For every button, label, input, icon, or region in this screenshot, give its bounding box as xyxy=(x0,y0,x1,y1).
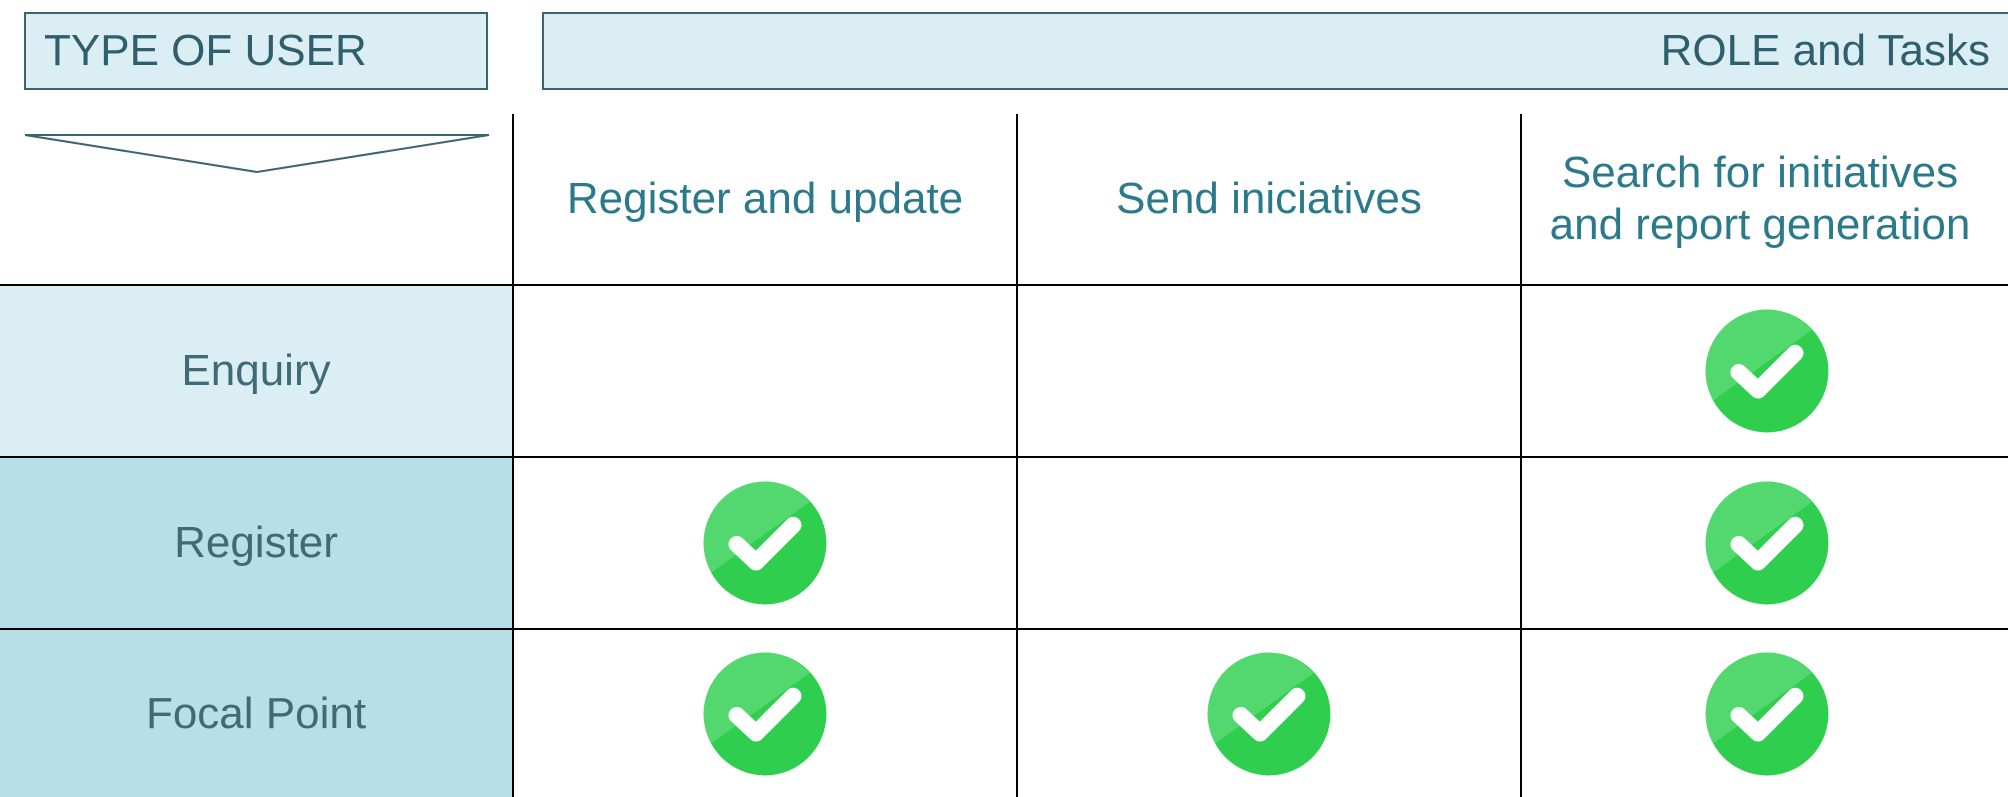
column-header-label: Search for initiatives and report genera… xyxy=(1549,148,1971,249)
row-label-text: Enquiry xyxy=(181,346,331,395)
green-checkmark-icon xyxy=(1705,652,1829,775)
green-checkmark-icon xyxy=(1705,309,1829,433)
check-cell xyxy=(514,630,1016,797)
row-label-register: Register xyxy=(0,458,512,628)
row-label-text: Register xyxy=(174,518,338,567)
row-label-text: Focal Point xyxy=(145,688,367,738)
check-cell xyxy=(1018,630,1520,797)
down-arrow-icon xyxy=(24,134,490,174)
type-of-user-label: TYPE OF USER xyxy=(44,26,367,75)
check-cell xyxy=(514,458,1016,628)
green-checkmark-icon xyxy=(1207,652,1331,775)
check-cell xyxy=(1522,286,2008,456)
green-checkmark-icon xyxy=(703,652,827,775)
check-cell xyxy=(1522,458,2008,628)
check-cell xyxy=(1522,630,2008,797)
column-header-register-update: Register and update xyxy=(514,114,1016,284)
column-header-send-iniciatives: Send iniciatives xyxy=(1018,114,1520,284)
column-header-search-report: Search for initiatives and report genera… xyxy=(1530,114,1990,284)
green-checkmark-icon xyxy=(703,481,827,605)
role-and-tasks-box: ROLE and Tasks xyxy=(542,12,2008,90)
column-header-label: Send iniciatives xyxy=(1116,174,1422,223)
column-header-label: Register and update xyxy=(566,174,964,223)
type-of-user-box: TYPE OF USER xyxy=(24,12,488,90)
row-label-enquiry: Enquiry xyxy=(0,286,512,456)
role-and-tasks-label: ROLE and Tasks xyxy=(1660,26,1990,75)
green-checkmark-icon xyxy=(1705,481,1829,605)
row-label-focal-point: Focal Point xyxy=(0,630,512,797)
